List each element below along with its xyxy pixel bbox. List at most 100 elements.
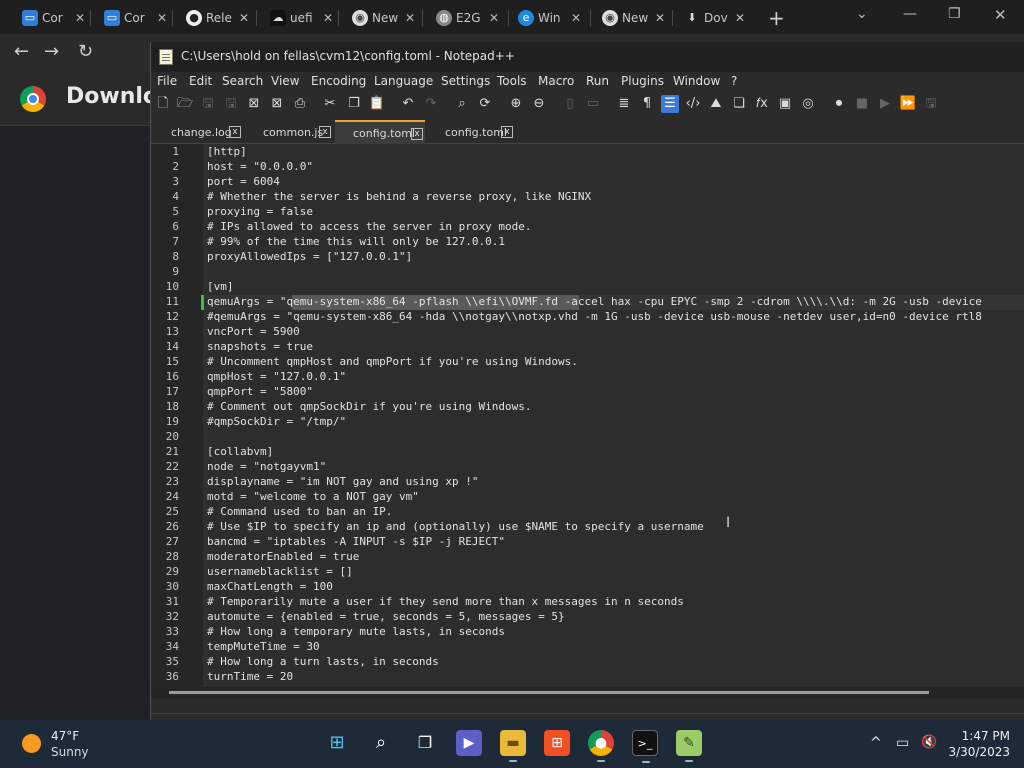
sync-horizontal-icon[interactable]: ▭: [584, 95, 602, 113]
sun-icon[interactable]: [22, 734, 41, 753]
notepadpp-icon[interactable]: ✎: [676, 730, 702, 762]
network-icon[interactable]: ▭: [896, 735, 909, 751]
tab-close-icon[interactable]: x: [229, 126, 241, 138]
stop-macro-icon[interactable]: ■: [853, 95, 871, 113]
redo-icon[interactable]: ↷: [422, 95, 440, 113]
task-view-icon[interactable]: ❐: [412, 730, 438, 756]
record-macro-icon[interactable]: ⏺: [830, 95, 848, 113]
tab-close-icon[interactable]: x: [319, 126, 331, 138]
print-icon[interactable]: ⎙: [291, 95, 309, 113]
save-all-icon[interactable]: 🖫: [222, 95, 240, 113]
close-icon[interactable]: ✕: [323, 11, 333, 25]
teams-chat-icon[interactable]: ▶: [456, 730, 482, 756]
close-all-icon[interactable]: ⊠: [268, 95, 286, 113]
minimize-button[interactable]: —: [903, 6, 917, 22]
close-icon[interactable]: ✕: [489, 11, 499, 25]
tab-close-icon[interactable]: x: [411, 128, 423, 140]
browser-tab[interactable]: ● Rele ✕: [186, 4, 249, 32]
close-icon[interactable]: ✕: [655, 11, 665, 25]
menu-search[interactable]: Search: [222, 74, 263, 88]
volume-muted-icon[interactable]: 🔇: [921, 735, 937, 750]
xml-tag-icon[interactable]: ‹/›: [684, 95, 702, 113]
run-macro-multiple-icon[interactable]: ⏩: [899, 95, 917, 113]
browser-tab[interactable]: ◍ E2G ✕: [436, 4, 499, 32]
cut-icon[interactable]: ✂: [321, 95, 339, 113]
indent-guide-icon[interactable]: ☰: [661, 95, 679, 113]
close-icon[interactable]: ✕: [735, 11, 745, 25]
browser-tab[interactable]: ☁ uefi ✕: [270, 4, 333, 32]
file-tab-common-js[interactable]: common.js x: [251, 122, 331, 143]
window-close-button[interactable]: ✕: [994, 6, 1007, 24]
monitoring-icon[interactable]: ◎: [799, 95, 817, 113]
chrome-icon[interactable]: ●: [588, 730, 614, 762]
sync-vertical-icon[interactable]: ▯: [561, 95, 579, 113]
menu-settings[interactable]: Settings: [441, 74, 490, 88]
file-explorer-icon[interactable]: ▬: [500, 730, 526, 762]
close-icon[interactable]: ✕: [75, 11, 85, 25]
reload-button[interactable]: ↻: [78, 41, 93, 62]
file-tab-config-toml[interactable]: config.toml x: [433, 122, 517, 143]
menu-view[interactable]: View: [271, 74, 299, 88]
browser-tab[interactable]: e Win ✕: [518, 4, 581, 32]
browser-tab[interactable]: ◉ New ✕: [602, 4, 665, 32]
forward-button[interactable]: →: [44, 41, 59, 62]
microsoft-store-icon[interactable]: ⊞: [544, 730, 570, 756]
menu-file[interactable]: File: [157, 74, 177, 88]
close-icon[interactable]: ✕: [157, 11, 167, 25]
doc-list-icon[interactable]: ❏: [730, 95, 748, 113]
save-icon[interactable]: 🖫: [199, 95, 217, 113]
tab-close-icon[interactable]: x: [501, 126, 513, 138]
new-tab-button[interactable]: +: [768, 6, 785, 30]
file-tab-config-toml-active[interactable]: config.toml x: [335, 120, 425, 144]
zoom-out-icon[interactable]: ⊖: [530, 95, 548, 113]
find-icon[interactable]: ⌕: [453, 95, 471, 113]
menu-run[interactable]: Run: [586, 74, 609, 88]
browser-tab-active[interactable]: ⬇ Dov ✕: [684, 4, 745, 32]
menu-window[interactable]: Window: [673, 74, 720, 88]
browser-tab[interactable]: ◉ New ✕: [352, 4, 415, 32]
file-tab-change-log[interactable]: change.log x: [159, 122, 243, 143]
close-icon[interactable]: ✕: [405, 11, 415, 25]
weather-temperature[interactable]: 47°F: [51, 729, 79, 743]
horizontal-scrollbar[interactable]: [151, 687, 1024, 699]
close-icon[interactable]: ✕: [571, 11, 581, 25]
menu-help[interactable]: ?: [731, 74, 737, 88]
browser-tab[interactable]: ▭ Cor ✕: [22, 4, 85, 32]
new-file-icon[interactable]: 🗋: [154, 95, 172, 113]
word-wrap-icon[interactable]: ≣: [615, 95, 633, 113]
menu-edit[interactable]: Edit: [189, 74, 212, 88]
scrollbar-thumb[interactable]: [169, 691, 929, 694]
tab-search-chevron-icon[interactable]: ⌄: [856, 6, 868, 22]
close-icon[interactable]: ✕: [239, 11, 249, 25]
show-all-chars-icon[interactable]: ¶: [638, 95, 656, 113]
open-file-icon[interactable]: 🗁: [176, 95, 194, 113]
browser-tab[interactable]: ▭ Cor ✕: [104, 4, 167, 32]
close-file-icon[interactable]: ⊠: [245, 95, 263, 113]
show-hidden-icons-chevron[interactable]: ^: [870, 735, 882, 751]
save-macro-icon[interactable]: 🖫: [922, 95, 940, 113]
paste-icon[interactable]: 📋: [368, 95, 386, 113]
terminal-icon[interactable]: >_: [632, 730, 658, 763]
folder-workspace-icon[interactable]: ▣: [776, 95, 794, 113]
search-icon[interactable]: ⌕: [368, 730, 394, 756]
undo-icon[interactable]: ↶: [399, 95, 417, 113]
play-macro-icon[interactable]: ▶: [876, 95, 894, 113]
code-editor[interactable]: 1 2 3 4 5 6 7 8 9 10 11 12 13 14 15 16 17 18 19 20 21 22 23 24 2…: [151, 144, 1024, 687]
function-list-icon[interactable]: 𝑓x: [753, 95, 771, 113]
copy-icon[interactable]: ❐: [345, 95, 363, 113]
replace-icon[interactable]: ⟳: [476, 95, 494, 113]
windows-start-icon[interactable]: ⊞: [324, 730, 350, 756]
menu-tools[interactable]: Tools: [497, 74, 527, 88]
menu-macro[interactable]: Macro: [538, 74, 574, 88]
zoom-in-icon[interactable]: ⊕: [507, 95, 525, 113]
doc-map-icon[interactable]: ⛰: [707, 95, 725, 113]
menu-language[interactable]: Language: [374, 74, 433, 88]
maximize-button[interactable]: ❐: [948, 6, 961, 22]
back-button[interactable]: ←: [14, 41, 29, 62]
title-bar[interactable]: C:\Users\hold on fellas\cvm12\config.tom…: [151, 42, 1024, 72]
menu-plugins[interactable]: Plugins: [621, 74, 664, 88]
clock-date[interactable]: 3/30/2023: [944, 745, 1010, 759]
weather-condition[interactable]: Sunny: [51, 745, 89, 759]
menu-encoding[interactable]: Encoding: [311, 74, 366, 88]
clock-time[interactable]: 1:47 PM: [954, 729, 1010, 743]
